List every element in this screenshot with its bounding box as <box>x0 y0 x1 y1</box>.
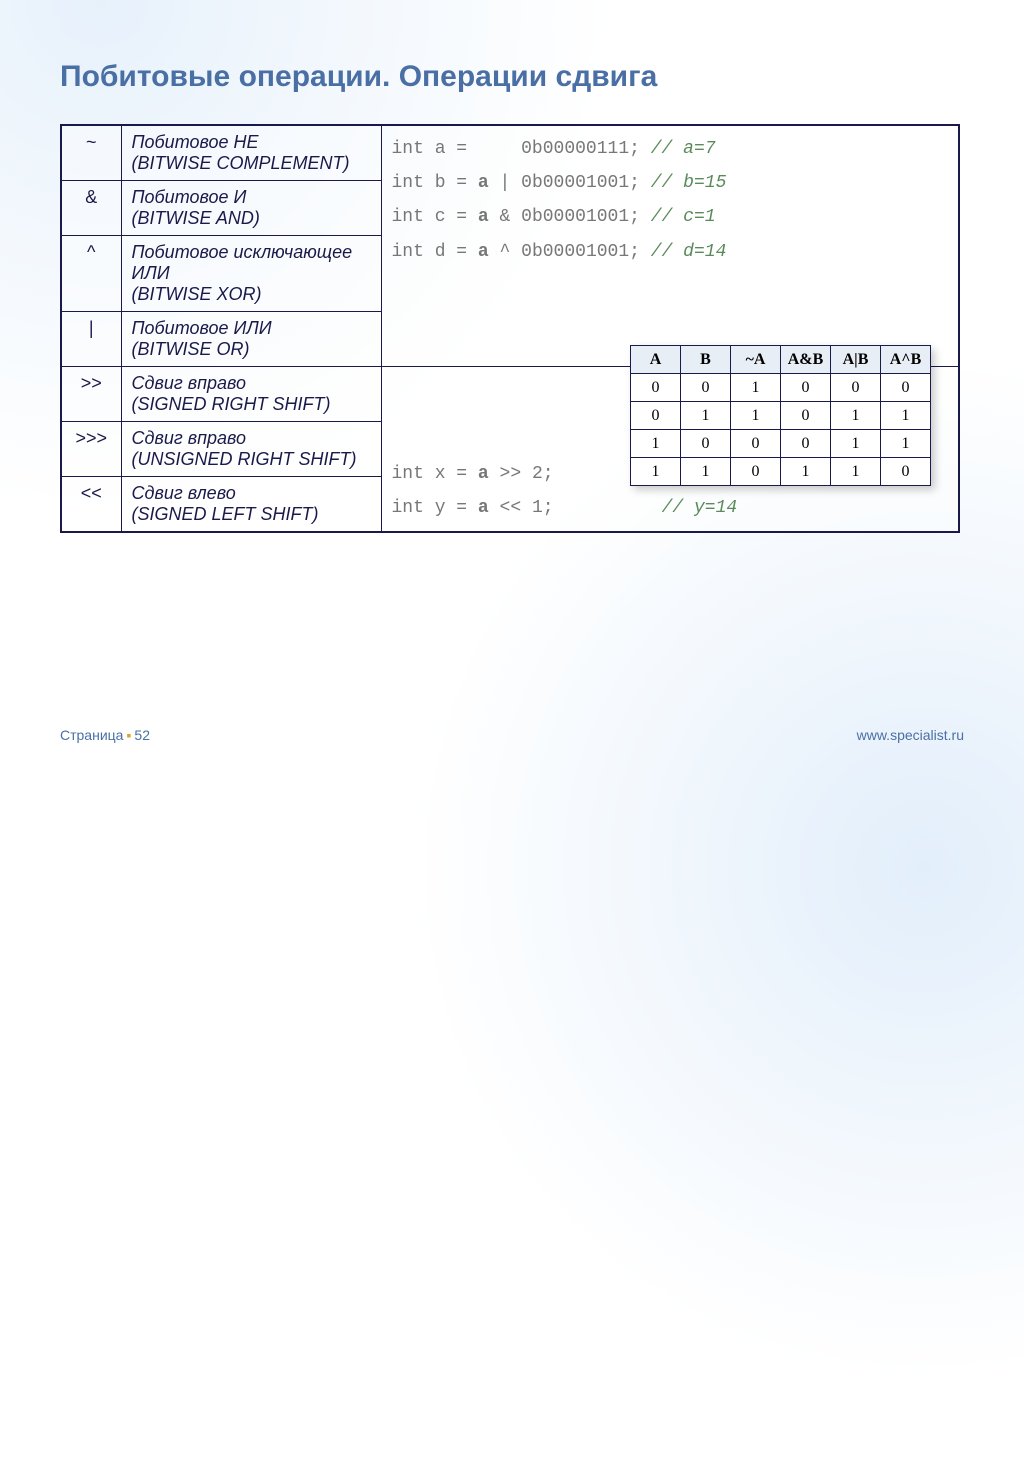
truth-table-wrap: A B ~A A&B A|B A^B 0 0 1 0 0 0 0 1 1 0 1… <box>630 345 931 486</box>
truth-cell: 0 <box>831 374 881 402</box>
truth-cell: 0 <box>881 374 931 402</box>
op-desc: Побитовое И(BITWISE AND) <box>121 181 381 236</box>
truth-cell: 0 <box>781 374 831 402</box>
truth-cell: 1 <box>881 402 931 430</box>
op-symbol: >>> <box>61 422 121 477</box>
truth-cell: 1 <box>731 402 781 430</box>
op-symbol: ^ <box>61 236 121 312</box>
truth-cell: 1 <box>781 458 831 486</box>
truth-cell: 1 <box>631 430 681 458</box>
truth-cell: 0 <box>631 402 681 430</box>
truth-header: A^B <box>881 346 931 374</box>
truth-cell: 0 <box>731 430 781 458</box>
code-block-bitwise: int a = 0b00000111; // a=7 int b = a | 0… <box>381 125 959 367</box>
truth-table: A B ~A A&B A|B A^B 0 0 1 0 0 0 0 1 1 0 1… <box>630 345 931 486</box>
op-desc: Сдвиг вправо(UNSIGNED RIGHT SHIFT) <box>121 422 381 477</box>
truth-cell: 1 <box>831 458 881 486</box>
op-desc: Побитовое НЕ(BITWISE COMPLEMENT) <box>121 125 381 181</box>
op-desc: Сдвиг вправо(SIGNED RIGHT SHIFT) <box>121 367 381 422</box>
op-desc: Побитовое ИЛИ(BITWISE OR) <box>121 312 381 367</box>
truth-cell: 1 <box>681 458 731 486</box>
truth-cell: 1 <box>681 402 731 430</box>
truth-cell: 0 <box>781 430 831 458</box>
truth-header: ~A <box>731 346 781 374</box>
truth-cell: 1 <box>831 402 881 430</box>
truth-cell: 0 <box>681 374 731 402</box>
truth-cell: 0 <box>631 374 681 402</box>
page-indicator: Страница▪52 <box>60 727 150 743</box>
truth-cell: 1 <box>831 430 881 458</box>
op-symbol: >> <box>61 367 121 422</box>
truth-header: A <box>631 346 681 374</box>
op-symbol: << <box>61 477 121 533</box>
slide-title: Побитовые операции. Операции сдвига <box>60 60 964 94</box>
footer-url: www.specialist.ru <box>857 727 964 743</box>
op-symbol: ~ <box>61 125 121 181</box>
op-symbol: | <box>61 312 121 367</box>
slide-footer: Страница▪52 www.specialist.ru <box>60 727 964 743</box>
truth-cell: 0 <box>781 402 831 430</box>
op-desc: Сдвиг влево(SIGNED LEFT SHIFT) <box>121 477 381 533</box>
truth-cell: 1 <box>731 374 781 402</box>
truth-cell: 1 <box>881 430 931 458</box>
truth-header: A|B <box>831 346 881 374</box>
op-symbol: & <box>61 181 121 236</box>
truth-header: A&B <box>781 346 831 374</box>
truth-cell: 0 <box>681 430 731 458</box>
truth-cell: 0 <box>731 458 781 486</box>
truth-header: B <box>681 346 731 374</box>
truth-cell: 1 <box>631 458 681 486</box>
op-desc: Побитовое исключающее ИЛИ(BITWISE XOR) <box>121 236 381 312</box>
truth-cell: 0 <box>881 458 931 486</box>
